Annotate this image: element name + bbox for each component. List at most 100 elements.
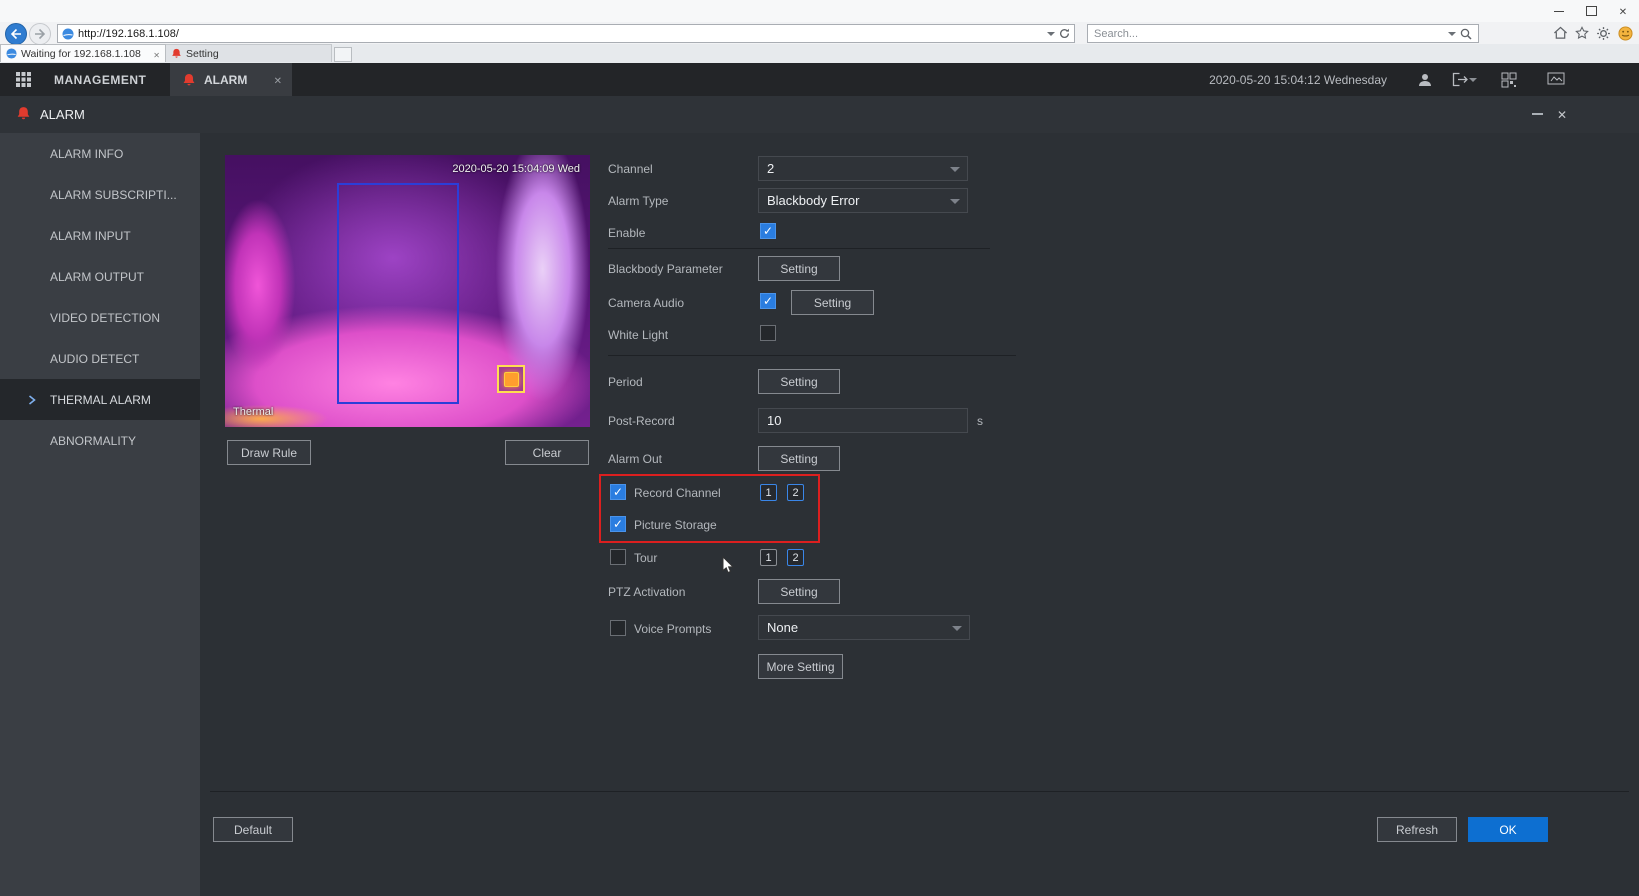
window-close-icon[interactable] xyxy=(1557,106,1567,124)
minimize-icon xyxy=(1554,11,1564,12)
back-button[interactable] xyxy=(5,23,27,45)
search-icon[interactable] xyxy=(1460,28,1472,40)
url-text[interactable]: http://192.168.1.108/ xyxy=(78,28,1043,40)
sidebar-item-label: VIDEO DETECTION xyxy=(50,311,160,325)
tour-channel-2-button[interactable]: 2 xyxy=(787,549,804,566)
qr-code-icon[interactable] xyxy=(1501,72,1517,93)
app-tab-alarm[interactable]: ALARM xyxy=(170,63,292,96)
tab-favicon-icon xyxy=(6,48,17,59)
draw-rule-button[interactable]: Draw Rule xyxy=(227,440,311,465)
search-input[interactable]: Search... xyxy=(1087,24,1479,43)
refresh-button[interactable]: Refresh xyxy=(1377,817,1457,842)
address-bar[interactable]: http://192.168.1.108/ xyxy=(57,24,1075,43)
browser-maximize-button[interactable] xyxy=(1575,0,1607,22)
favorites-star-icon[interactable] xyxy=(1575,26,1589,40)
management-grid-icon[interactable] xyxy=(16,72,31,92)
sidebar-item-label: THERMAL ALARM xyxy=(50,393,151,407)
feedback-smiley-icon[interactable] xyxy=(1618,26,1633,41)
management-label[interactable]: MANAGEMENT xyxy=(54,73,146,87)
post-record-input[interactable]: 10 xyxy=(758,408,968,433)
forward-button[interactable] xyxy=(29,23,51,45)
logout-dropdown-icon[interactable] xyxy=(1469,78,1477,82)
chevron-down-icon xyxy=(950,167,960,172)
alarm-bell-icon xyxy=(182,73,196,87)
more-setting-button[interactable]: More Setting xyxy=(758,654,843,679)
logout-icon[interactable] xyxy=(1452,72,1469,92)
sidebar-item-alarm-subscription[interactable]: ALARM SUBSCRIPTI... xyxy=(0,174,200,215)
screen: http://192.168.1.108/ Search... Waiting … xyxy=(0,0,1639,896)
alarm-type-select[interactable]: Blackbody Error xyxy=(758,188,968,213)
sidebar-item-label: ALARM OUTPUT xyxy=(50,270,144,284)
sidebar-item-abnormality[interactable]: ABNORMALITY xyxy=(0,420,200,461)
sidebar-item-audio-detect[interactable]: AUDIO DETECT xyxy=(0,338,200,379)
record-channel-checkbox[interactable] xyxy=(610,484,626,500)
refresh-icon[interactable] xyxy=(1059,28,1070,39)
enable-label: Enable xyxy=(608,226,645,240)
record-channel-1-button[interactable]: 1 xyxy=(760,484,777,501)
new-tab-button[interactable] xyxy=(334,47,352,62)
window-title: ALARM xyxy=(40,107,85,122)
app-tab-close-icon[interactable] xyxy=(274,71,292,89)
camera-audio-label: Camera Audio xyxy=(608,296,684,310)
video-timestamp: 2020-05-20 15:04:09 Wed xyxy=(452,163,580,175)
settings-gear-icon[interactable] xyxy=(1596,26,1611,41)
post-record-unit: s xyxy=(977,414,983,428)
alarm-window-titlebar: ALARM xyxy=(0,96,1639,134)
alarm-out-setting-button[interactable]: Setting xyxy=(758,446,840,471)
period-setting-button[interactable]: Setting xyxy=(758,369,840,394)
voice-prompts-checkbox[interactable] xyxy=(610,620,626,636)
back-arrow-icon xyxy=(10,28,22,40)
draw-rule-rectangle[interactable] xyxy=(337,183,459,404)
tour-checkbox[interactable] xyxy=(610,549,626,565)
sidebar-item-alarm-info[interactable]: ALARM INFO xyxy=(0,133,200,174)
tab-close-icon[interactable] xyxy=(149,45,160,63)
maximize-icon xyxy=(1586,6,1597,16)
alarm-out-label: Alarm Out xyxy=(608,452,662,466)
user-icon[interactable] xyxy=(1417,72,1433,93)
window-minimize-icon[interactable] xyxy=(1532,113,1543,115)
thermal-video-preview[interactable]: 2020-05-20 15:04:09 Wed Thermal xyxy=(225,155,590,427)
page-favicon-icon xyxy=(62,28,74,40)
tour-channel-1-button[interactable]: 1 xyxy=(760,549,777,566)
sidebar-item-label: ALARM INPUT xyxy=(50,229,131,243)
chevron-down-icon xyxy=(950,199,960,204)
browser-minimize-button[interactable] xyxy=(1543,0,1575,22)
browser-tab-setting[interactable]: Setting xyxy=(166,44,332,62)
channel-select[interactable]: 2 xyxy=(758,156,968,181)
sidebar-item-label: ABNORMALITY xyxy=(50,434,136,448)
camera-audio-checkbox[interactable] xyxy=(760,293,776,309)
tab-label: Waiting for 192.168.1.108 xyxy=(21,48,149,60)
blackbody-parameter-setting-button[interactable]: Setting xyxy=(758,256,840,281)
sidebar-item-video-detection[interactable]: VIDEO DETECTION xyxy=(0,297,200,338)
ok-button[interactable]: OK xyxy=(1468,817,1548,842)
sidebar-item-thermal-alarm[interactable]: THERMAL ALARM xyxy=(0,379,200,420)
browser-tab-loading[interactable]: Waiting for 192.168.1.108 xyxy=(0,44,166,62)
sidebar-item-alarm-output[interactable]: ALARM OUTPUT xyxy=(0,256,200,297)
record-channel-2-button[interactable]: 2 xyxy=(787,484,804,501)
alarm-bell-icon xyxy=(16,106,31,126)
forward-arrow-icon xyxy=(34,28,46,40)
white-light-label: White Light xyxy=(608,328,668,342)
camera-audio-setting-button[interactable]: Setting xyxy=(791,290,874,315)
post-record-label: Post-Record xyxy=(608,414,675,428)
home-icon[interactable] xyxy=(1553,26,1568,40)
search-dropdown-icon[interactable] xyxy=(1448,32,1456,36)
white-light-checkbox[interactable] xyxy=(760,325,776,341)
record-channel-label: Record Channel xyxy=(634,486,721,500)
voice-prompts-select[interactable]: None xyxy=(758,615,970,640)
enable-checkbox[interactable] xyxy=(760,223,776,239)
default-button[interactable]: Default xyxy=(213,817,293,842)
voice-prompts-value: None xyxy=(767,620,798,635)
picture-storage-checkbox[interactable] xyxy=(610,516,626,532)
ptz-activation-setting-button[interactable]: Setting xyxy=(758,579,840,604)
address-dropdown-icon[interactable] xyxy=(1047,32,1055,36)
blackbody-parameter-label: Blackbody Parameter xyxy=(608,262,723,276)
display-preview-icon[interactable] xyxy=(1547,72,1565,91)
sidebar-item-alarm-input[interactable]: ALARM INPUT xyxy=(0,215,200,256)
chevron-down-icon xyxy=(952,626,962,631)
browser-close-button[interactable] xyxy=(1607,0,1639,22)
clear-button[interactable]: Clear xyxy=(505,440,589,465)
tab-label: Setting xyxy=(186,48,326,60)
browser-navbar: http://192.168.1.108/ Search... xyxy=(0,22,1639,44)
close-icon xyxy=(1619,2,1627,20)
